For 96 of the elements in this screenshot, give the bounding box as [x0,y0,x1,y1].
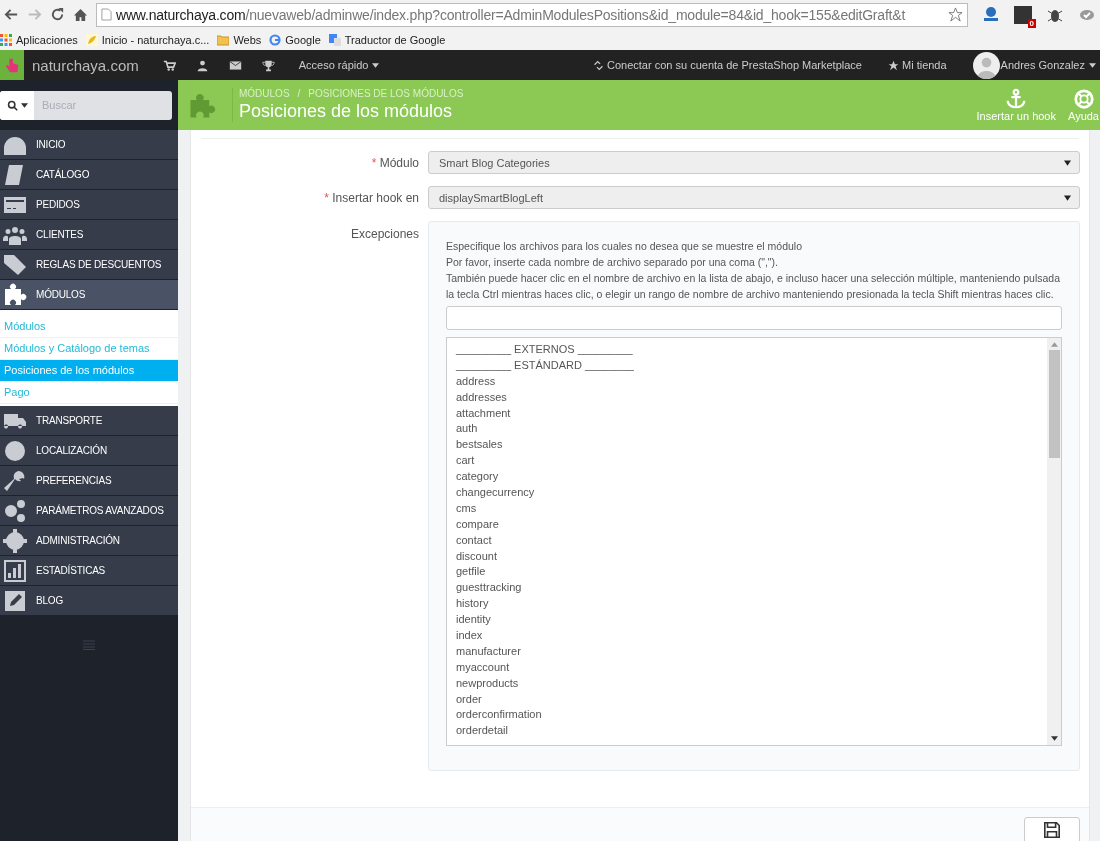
list-option[interactable]: address [456,372,1038,389]
list-option[interactable]: guesttracking [456,579,1038,596]
list-option[interactable]: myaccount [456,658,1038,675]
back-icon[interactable] [4,7,19,22]
field-label: Excepciones [349,226,420,241]
tag-icon [2,252,28,277]
sidebar-item[interactable]: INICIO [0,130,178,160]
list-option[interactable]: orderdetail [456,722,1038,739]
user-icon[interactable] [195,58,209,72]
sidebar-item[interactable]: ESTADÍSTICAS [0,556,178,586]
sidebar-item[interactable]: MÓDULOS [0,280,178,310]
list-option[interactable]: changecurrency [456,484,1038,500]
input-field[interactable] [446,306,1062,330]
list-option[interactable]: order [456,690,1038,707]
sidebar-item[interactable]: CATÁLOGO [0,160,178,190]
folder-icon [217,33,230,46]
sidebar-item[interactable]: LOCALIZACIÓN [0,436,178,466]
lifebuoy-icon [1072,88,1095,110]
google-icon [269,33,282,46]
extension-icon[interactable] [982,5,1000,24]
leaf-icon [85,33,98,46]
list-option[interactable]: index [456,627,1038,643]
list-option[interactable]: newproducts [456,674,1038,691]
scroll-down-arrow-icon[interactable] [1050,736,1058,741]
list-option[interactable]: _________ EXTERNOS _________ [456,341,1038,357]
breadcrumb-separator: / [297,88,301,99]
required-mark: * [371,155,377,170]
mail-icon[interactable] [228,58,242,72]
list-option[interactable]: category [456,468,1038,484]
page-title: Posiciones de los módulos [239,101,454,122]
required-mark: * [324,190,329,205]
field-label: Módulo [379,155,419,170]
list-option[interactable]: cms [456,499,1038,516]
sidebar-item[interactable]: CLIENTES [0,220,178,250]
sidebar-item[interactable]: TRANSPORTE [0,406,178,436]
field-label: Insertar hook en [332,190,419,205]
list-option[interactable]: addresses [456,388,1038,405]
caret-icon [1064,159,1071,166]
list-option[interactable]: cart [456,452,1038,469]
sidebar-item[interactable]: ADMINISTRACIÓN [0,526,178,556]
list-option[interactable]: attachment [456,404,1038,421]
bookmark[interactable]: Inicio - naturchaya.c... [85,33,210,46]
sidebar-item[interactable]: PARÁMETROS AVANZADOS [0,496,178,526]
list-option[interactable]: compare [456,515,1038,532]
search-scope-button[interactable] [0,90,34,120]
list-option[interactable]: discount [456,547,1038,564]
trophy-icon[interactable] [261,58,275,72]
caret-icon [20,102,28,108]
anchor-icon [1005,88,1028,110]
list-option[interactable]: identity [456,611,1038,628]
caret-icon [1089,62,1096,68]
list-option[interactable]: _________ ESTÁNDARD ________ [456,356,1038,373]
notification-badge: 0 [1027,18,1036,28]
my-shop-link[interactable]: Mi tienda [887,59,947,71]
pencil-icon [2,588,28,613]
home-icon[interactable] [73,7,88,22]
list-option[interactable]: contact [456,531,1038,548]
marketplace-link[interactable]: Conectar con su cuenta de PrestaShop Marketplace [593,59,862,71]
star-icon [887,59,899,71]
list-option[interactable]: bestsales [456,436,1038,453]
sidebar-item[interactable]: BLOG [0,586,178,616]
quick-access-menu[interactable]: Acceso rápido [298,59,380,71]
star-icon[interactable] [948,7,963,22]
avatar-icon[interactable] [972,51,1000,79]
sidebar-item[interactable]: PEDIDOS [0,190,178,220]
list-option[interactable]: manufacturer [456,642,1038,659]
address-bar[interactable]: www.naturchaya.com/nuevaweb/adminwe/index.php?controller=AdminModulesPositions&id_module=84&id_hook=155&editGraft&t [96,2,968,27]
list-option[interactable]: history [456,595,1038,612]
caret-icon [372,62,380,68]
bookmark[interactable]: Aplicaciones [0,33,78,46]
bookmark[interactable]: Traductor de Google [328,33,446,46]
list-option[interactable]: getfile [456,563,1038,580]
bookmark[interactable]: Webs [217,33,262,46]
link-icon [593,59,604,71]
translate-icon [328,33,341,46]
sidebar-item[interactable]: REGLAS DE DESCUENTOS [0,250,178,280]
reload-icon[interactable] [50,7,65,22]
shop-name[interactable]: naturchaya.com [32,56,139,74]
list-option[interactable]: auth [456,420,1038,437]
save-button[interactable] [1024,817,1080,841]
chart-icon [2,558,28,583]
puzzle-icon [2,282,28,307]
select-field[interactable]: Smart Blog Categories [428,151,1080,174]
search-icon [6,99,18,111]
list-option[interactable]: orderconfirmation [456,706,1038,723]
user-menu[interactable]: Andres Gonzalez [1000,59,1100,71]
scrollbar[interactable] [1047,338,1061,745]
apps-grid-icon [0,33,12,46]
caret-icon [1064,194,1071,201]
page-icon [101,8,112,21]
scrollbar-thumb[interactable] [1048,350,1060,458]
bookmark[interactable]: Google [269,33,321,46]
sidebar-item[interactable]: PREFERENCIAS [0,466,178,496]
help-text: Especifique los archivos para los cuales no desea que se muestre el módulo Por favor, inserte cada nombre de archivo separado por una coma (","). También puede hacer clic en el nombre de archivo en la lista de abajo, e incluso hacer una selección múltiple, manteniendo pulsada la tecla Ctrl mientras haces clic, o elegir un rango de nombre de archivo manteniendo presionada la tecla Shift mientras haces clic. [446,239,1062,302]
select-field[interactable]: displaySmartBlogLeft [428,186,1080,209]
cart-icon[interactable] [162,58,176,72]
